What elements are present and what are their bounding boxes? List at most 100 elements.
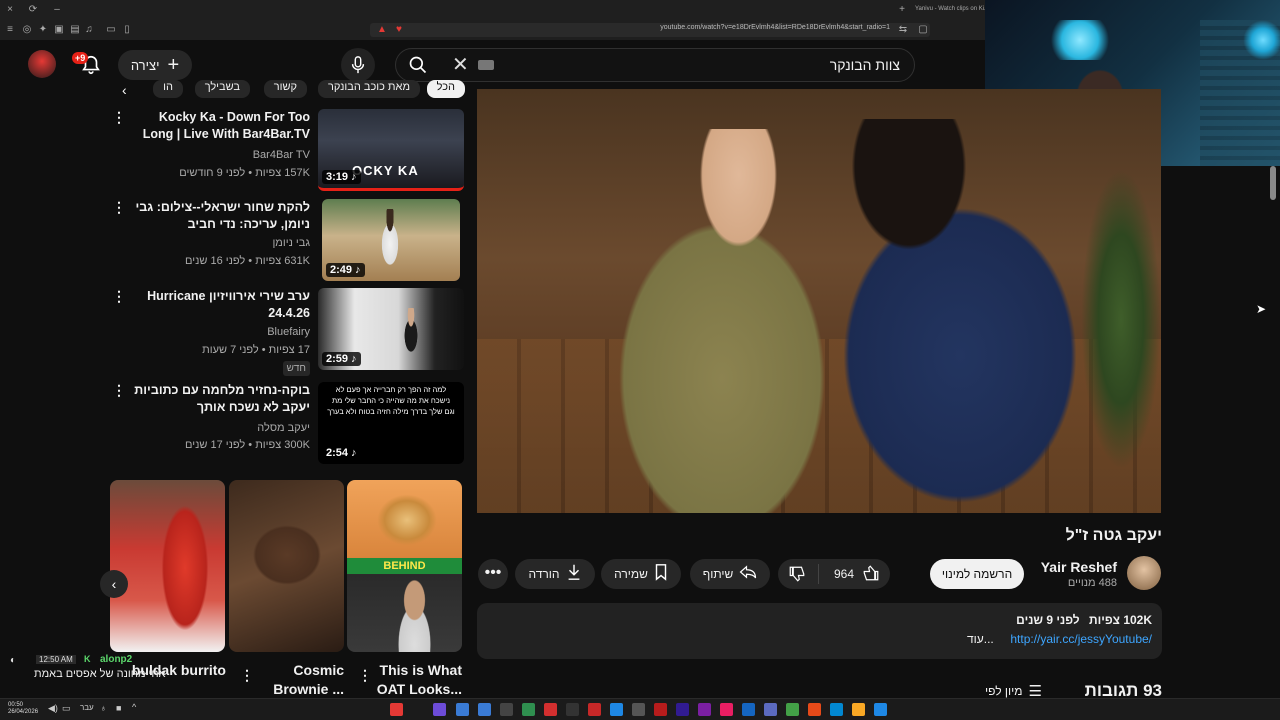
taskbar-app-icon[interactable] xyxy=(500,703,513,716)
taskbar-app-icon[interactable] xyxy=(874,703,887,716)
taskbar-app-icon[interactable] xyxy=(566,703,579,716)
taskbar-app-icon[interactable] xyxy=(808,703,821,716)
kebab-menu-icon[interactable]: ⋮ xyxy=(112,109,126,126)
taskbar-app-icon[interactable] xyxy=(720,703,733,716)
recommendation-title[interactable]: Kocky Ka - Down For Too Long | Live With… xyxy=(132,109,310,143)
chip-more[interactable]: הו xyxy=(153,80,183,98)
music-icon[interactable]: ♫ xyxy=(82,23,96,37)
volume-icon[interactable]: ◀) xyxy=(48,703,58,714)
monitor-icon[interactable]: ▭ xyxy=(62,703,71,714)
recommendation-title[interactable]: ערב שירי אירוויזיון Hurricane 24.4.26 xyxy=(132,288,310,322)
taskbar-app-icon[interactable] xyxy=(698,703,711,716)
puzzle-icon[interactable]: ✦ xyxy=(36,23,50,37)
chip-for-you[interactable]: בשבילך xyxy=(194,80,250,98)
taskbar-clock[interactable]: 00:50 26/04/2026 xyxy=(8,702,38,716)
kebab-menu-icon[interactable]: ⋮ xyxy=(358,667,372,684)
kebab-menu-icon[interactable]: ⋮ xyxy=(112,199,126,216)
warning-icon[interactable]: ▲ xyxy=(375,23,389,37)
taskbar-app-icon[interactable] xyxy=(742,703,755,716)
address-bar[interactable]: youtube.com/watch?v=e18DrEvlmh4&list=RDe… xyxy=(370,23,930,37)
taskbar-app-icon[interactable] xyxy=(654,703,667,716)
page-scrollbar[interactable] xyxy=(1270,166,1276,200)
tray-app-icon[interactable]: ■ xyxy=(116,703,121,713)
short-thumbnail[interactable] xyxy=(229,480,344,652)
shield-icon[interactable]: ◎ xyxy=(20,23,34,37)
short-thumbnail[interactable]: BEHIND xyxy=(347,480,462,652)
search-input[interactable] xyxy=(520,49,900,81)
kebab-menu-icon[interactable]: ⋮ xyxy=(112,288,126,305)
recommendation-channel[interactable]: Bluefairy xyxy=(120,326,310,338)
user-avatar[interactable] xyxy=(28,50,56,78)
chip-related[interactable]: קשור xyxy=(263,80,307,98)
channel-avatar[interactable] xyxy=(1127,556,1161,590)
shorts-prev-arrow-icon[interactable]: ‹ xyxy=(100,570,128,598)
recommendation-title[interactable]: בוקה-נחזיר מלחמה עם כתוביות יעקב לא נשכח… xyxy=(132,382,310,416)
subscribe-button[interactable]: הרשמה למינוי xyxy=(930,559,1024,589)
save-button[interactable]: שמירה xyxy=(601,559,681,589)
short-title[interactable]: Cosmic Brownie ... xyxy=(244,661,344,699)
recommendation-item[interactable]: 2:59 ♪ ערב שירי אירוויזיון Hurricane 24.4… xyxy=(108,288,464,376)
voice-search-mic-icon[interactable] xyxy=(341,48,375,82)
bookmark-icon[interactable]: ▢ xyxy=(916,23,930,37)
dislike-icon[interactable] xyxy=(788,565,806,587)
new-tab-icon[interactable]: + xyxy=(895,3,909,17)
short-thumbnail[interactable] xyxy=(110,480,225,652)
reload-icon[interactable]: ⟳ xyxy=(26,3,40,17)
video-player[interactable] xyxy=(477,89,1161,513)
taskbar-app-icon[interactable] xyxy=(522,703,535,716)
kebab-menu-icon[interactable]: ⋮ xyxy=(240,667,254,684)
taskbar-app-icon[interactable] xyxy=(456,703,469,716)
share-button[interactable]: שיתוף xyxy=(690,559,770,589)
search-icon[interactable] xyxy=(396,49,440,81)
taskbar-app-icon[interactable] xyxy=(478,703,491,716)
video-thumbnail[interactable]: 2:59 ♪ xyxy=(318,288,464,370)
language-indicator[interactable]: עבר xyxy=(80,703,94,712)
taskbar-app-icon[interactable] xyxy=(676,703,689,716)
taskbar-app-icon[interactable] xyxy=(764,703,777,716)
video-thumbnail[interactable]: 2:49 ♪ xyxy=(322,199,460,281)
taskbar-app-icon[interactable] xyxy=(588,703,601,716)
tray-expand-icon[interactable]: ^ xyxy=(132,702,136,712)
recommendation-title[interactable]: להקת שחור ישראלי--צילום: גבי ניומן, עריכ… xyxy=(132,199,311,233)
sidebar-icon[interactable]: ▭ xyxy=(104,23,118,37)
history-icon[interactable]: ▤ xyxy=(68,23,82,37)
chips-scroll-left-icon[interactable]: ‹ xyxy=(122,82,127,98)
chip-all[interactable]: הכל xyxy=(426,80,465,98)
recommendation-channel[interactable]: גבי ניומן xyxy=(120,237,310,249)
video-thumbnail[interactable]: למה זה הפך רק חברייה אך פעם לא נישכח את … xyxy=(318,382,464,464)
clear-search-icon[interactable]: ✕ xyxy=(452,49,469,81)
taskbar-start-icon[interactable] xyxy=(433,703,446,716)
minimize-icon[interactable]: – xyxy=(50,3,64,17)
chip-from-channel[interactable]: מאת כוכב הבונקר xyxy=(318,80,420,98)
description-box[interactable]: 102K צפיות לפני 9 שנים http://yair.cc/je… xyxy=(477,603,1162,659)
taskbar-app-icon[interactable] xyxy=(544,703,557,716)
tabs-icon[interactable]: ▣ xyxy=(52,23,66,37)
taskbar-app-icon[interactable] xyxy=(632,703,645,716)
translate-icon[interactable]: ⇆ xyxy=(896,23,910,37)
video-thumbnail[interactable]: OCKY KA 3:19 ♪ xyxy=(318,109,464,191)
recommendation-item[interactable]: למה זה הפך רק חברייה אך פעם לא נישכח את … xyxy=(108,382,464,464)
taskbar-app-icon[interactable] xyxy=(610,703,623,716)
taskbar-app-icon[interactable] xyxy=(852,703,865,716)
taskbar-app-icon[interactable] xyxy=(390,703,403,716)
tab-title[interactable]: Yanivu - Watch clips on Ki... xyxy=(915,6,989,12)
like-icon[interactable] xyxy=(862,564,880,586)
more-actions-icon[interactable]: ••• xyxy=(478,559,508,589)
brave-shield-icon[interactable]: ♥ xyxy=(392,23,406,37)
mic-tray-icon[interactable]: ♁ xyxy=(100,703,107,713)
split-icon[interactable]: ▯ xyxy=(120,23,134,37)
keyboard-icon[interactable] xyxy=(478,60,494,70)
close-window-icon[interactable]: × xyxy=(3,3,17,17)
taskbar-app-icon[interactable] xyxy=(830,703,843,716)
description-more[interactable]: ...עוד xyxy=(967,632,994,646)
download-button[interactable]: הורדה xyxy=(515,559,595,589)
kebab-menu-icon[interactable]: ⋮ xyxy=(112,382,126,399)
description-link[interactable]: http://yair.cc/jessyYoutube/ xyxy=(1010,632,1152,646)
recommendation-item[interactable]: 2:49 ♪ להקת שחור ישראלי--צילום: גבי ניומן… xyxy=(108,199,464,281)
recommendation-item[interactable]: OCKY KA 3:19 ♪ Kocky Ka - Down For Too Lo… xyxy=(108,109,464,191)
recommendation-channel[interactable]: יעקב מסלה xyxy=(120,422,310,434)
taskbar-app-icon[interactable] xyxy=(786,703,799,716)
menu-icon[interactable]: ≡ xyxy=(3,23,17,37)
create-button[interactable]: יצירה + xyxy=(118,50,192,80)
recommendation-channel[interactable]: Bar4Bar TV xyxy=(120,149,310,161)
